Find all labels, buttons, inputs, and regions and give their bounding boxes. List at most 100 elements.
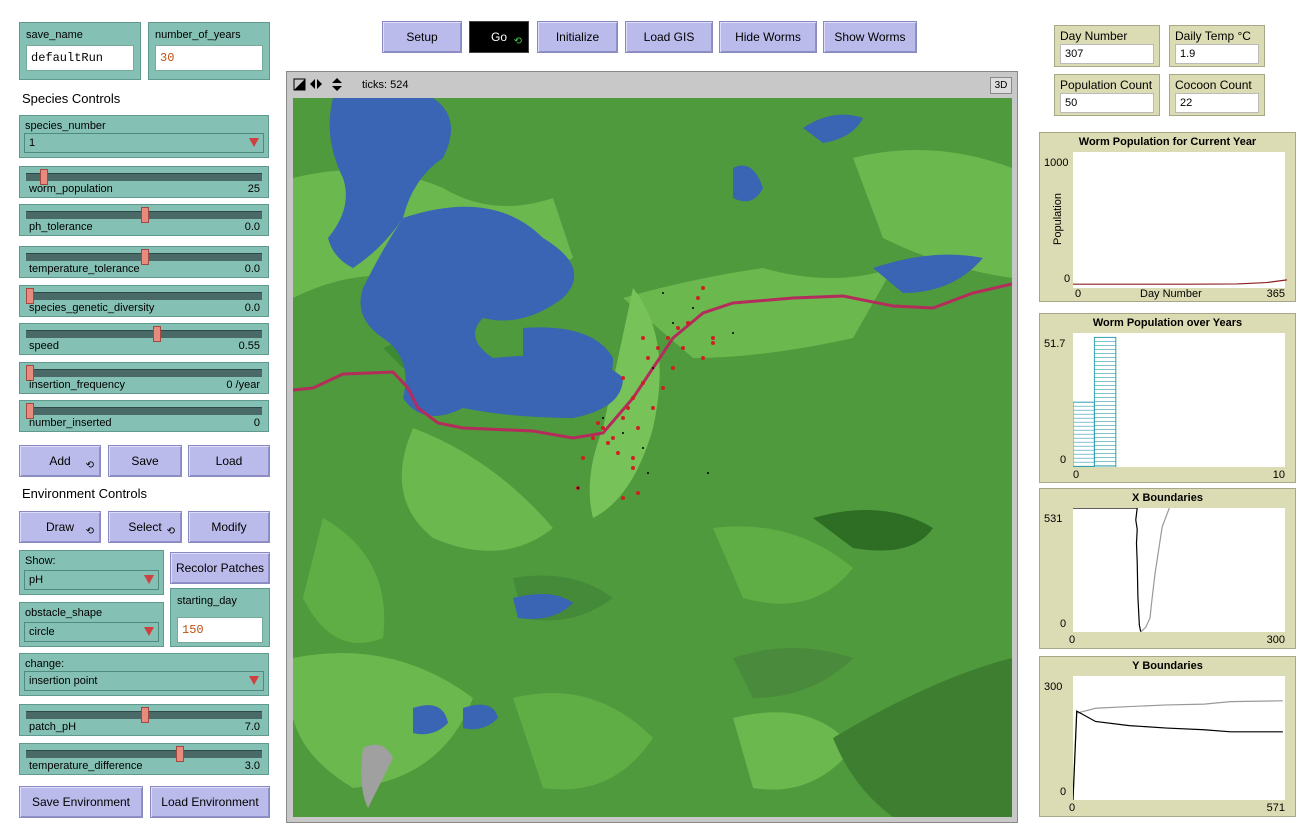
save-name-input-box: save_name defaultRun: [19, 22, 141, 80]
world-map[interactable]: [293, 98, 1012, 817]
number-of-years-label: number_of_years: [155, 29, 241, 41]
slider-track: [26, 173, 262, 181]
slider-value: 25: [247, 183, 260, 195]
day-number-monitor: Day Number 307: [1054, 25, 1160, 67]
slider-value: 0.0: [244, 302, 260, 314]
x-max-tick: 10: [1272, 469, 1285, 481]
series-line-0: [1073, 279, 1288, 285]
y-min-tick: 0: [1060, 618, 1067, 630]
save-name-field[interactable]: defaultRun: [26, 45, 134, 71]
species-number-select[interactable]: 1: [24, 133, 264, 153]
slider-knob[interactable]: [141, 707, 149, 723]
plot-area: [1072, 333, 1285, 468]
forever-icon: ⟲: [85, 526, 94, 537]
x-min-tick: 0: [1069, 802, 1076, 814]
initialize-button[interactable]: Initialize: [537, 21, 618, 53]
y-max-tick: 1000: [1044, 157, 1069, 169]
3d-button[interactable]: 3D: [990, 77, 1012, 94]
cocoon-count-monitor: Cocoon Count 22: [1169, 74, 1265, 116]
worm-population-slider[interactable]: worm_population 25: [19, 166, 269, 198]
plot-title: Worm Population over Years: [1092, 317, 1243, 329]
number-inserted-slider[interactable]: number_inserted 0: [19, 400, 269, 432]
monitor-value: 307: [1060, 44, 1154, 64]
series-line-0: [1072, 700, 1283, 801]
ticks-label: ticks: 524: [362, 79, 409, 91]
change-chooser[interactable]: change: insertion point: [19, 653, 269, 696]
add-button[interactable]: Add ⟲: [19, 445, 101, 477]
save-button[interactable]: Save: [108, 445, 182, 477]
slider-value: 0: [253, 417, 260, 429]
slider-track: [26, 369, 262, 377]
insertion-frequency-slider[interactable]: insertion_frequency 0 /year: [19, 362, 269, 394]
slider-name: speed: [29, 340, 59, 352]
draw-button[interactable]: Draw ⟲: [19, 511, 101, 543]
load-button[interactable]: Load: [188, 445, 270, 477]
slider-value: 7.0: [244, 721, 260, 733]
hide-worms-button[interactable]: Hide Worms: [719, 21, 817, 53]
show-chooser[interactable]: Show: pH: [19, 550, 164, 595]
slider-name: ph_tolerance: [29, 221, 93, 233]
load-gis-button[interactable]: Load GIS: [625, 21, 713, 53]
x-min-tick: 0: [1069, 634, 1076, 646]
plot-current-year: Worm Population for Current Year 1000 0 …: [1039, 132, 1296, 302]
temperature-tolerance-slider[interactable]: temperature_tolerance 0.0: [19, 246, 269, 278]
save-environment-button[interactable]: Save Environment: [19, 786, 143, 818]
number-of-years-input-box: number_of_years 30: [148, 22, 270, 80]
slider-name: patch_pH: [29, 721, 77, 733]
plot-area: [1072, 676, 1285, 801]
starting-day-input-box: starting_day 150: [170, 588, 270, 647]
temperature-difference-slider[interactable]: temperature_difference 3.0: [19, 743, 269, 775]
number-of-years-field[interactable]: 30: [155, 45, 263, 71]
view-navigation-icons[interactable]: [293, 78, 349, 92]
series-line-1: [1072, 710, 1283, 801]
forever-icon: ⟲: [513, 36, 522, 47]
landscape-map: [293, 98, 1012, 817]
series-line-1: [1140, 507, 1170, 633]
show-select[interactable]: pH: [24, 570, 159, 590]
plot-area: [1073, 507, 1285, 633]
load-environment-button[interactable]: Load Environment: [150, 786, 270, 818]
plot-title: X Boundaries: [1132, 492, 1203, 504]
go-button[interactable]: Go ⟲: [469, 21, 529, 53]
obstacle-shape-chooser[interactable]: obstacle_shape circle: [19, 602, 164, 647]
slider-knob[interactable]: [141, 207, 149, 223]
y-axis-label: Population: [1052, 193, 1064, 245]
monitor-value: 1.9: [1175, 44, 1259, 64]
population-count-monitor: Population Count 50: [1054, 74, 1160, 116]
view-toolbar: ticks: 524 3D: [287, 72, 1017, 98]
plot-title: Y Boundaries: [1132, 660, 1203, 672]
environment-controls-title: Environment Controls: [22, 486, 147, 501]
slider-name: temperature_difference: [29, 760, 143, 772]
species-number-chooser[interactable]: species_number 1: [19, 115, 269, 158]
y-max-tick: 531: [1044, 513, 1063, 525]
species-genetic-diversity-slider[interactable]: species_genetic_diversity 0.0: [19, 285, 269, 317]
obstacle-shape-select[interactable]: circle: [24, 622, 159, 642]
slider-knob[interactable]: [175, 746, 184, 762]
ph-tolerance-slider[interactable]: ph_tolerance 0.0: [19, 204, 269, 236]
world-view: ticks: 524 3D: [286, 71, 1018, 823]
show-worms-button[interactable]: Show Worms: [823, 21, 917, 53]
patch-ph-slider[interactable]: patch_pH 7.0: [19, 704, 269, 736]
speed-slider[interactable]: speed 0.55: [19, 323, 269, 355]
change-select[interactable]: insertion point: [24, 671, 264, 691]
chevron-down-icon: [144, 627, 154, 636]
save-name-label: save_name: [26, 29, 83, 41]
x-min-tick: 0: [1073, 469, 1080, 481]
slider-knob[interactable]: [141, 249, 149, 265]
recolor-patches-button[interactable]: Recolor Patches: [170, 552, 270, 584]
plot-y-boundaries: Y Boundaries 300 0 0 571: [1039, 656, 1296, 817]
forever-icon: ⟲: [85, 460, 94, 471]
setup-button[interactable]: Setup: [382, 21, 462, 53]
starting-day-field[interactable]: 150: [177, 617, 263, 643]
slider-knob[interactable]: [152, 326, 161, 342]
monitor-value: 22: [1175, 93, 1259, 113]
slider-value: 3.0: [244, 760, 260, 772]
slider-value: 0.0: [244, 221, 260, 233]
monitor-label: Day Number: [1060, 29, 1128, 43]
species-number-label: species_number: [25, 120, 106, 132]
show-label: Show:: [25, 555, 56, 567]
modify-button[interactable]: Modify: [188, 511, 270, 543]
select-button[interactable]: Select ⟲: [108, 511, 182, 543]
slider-value: 0.0: [244, 263, 260, 275]
monitor-value: 50: [1060, 93, 1154, 113]
